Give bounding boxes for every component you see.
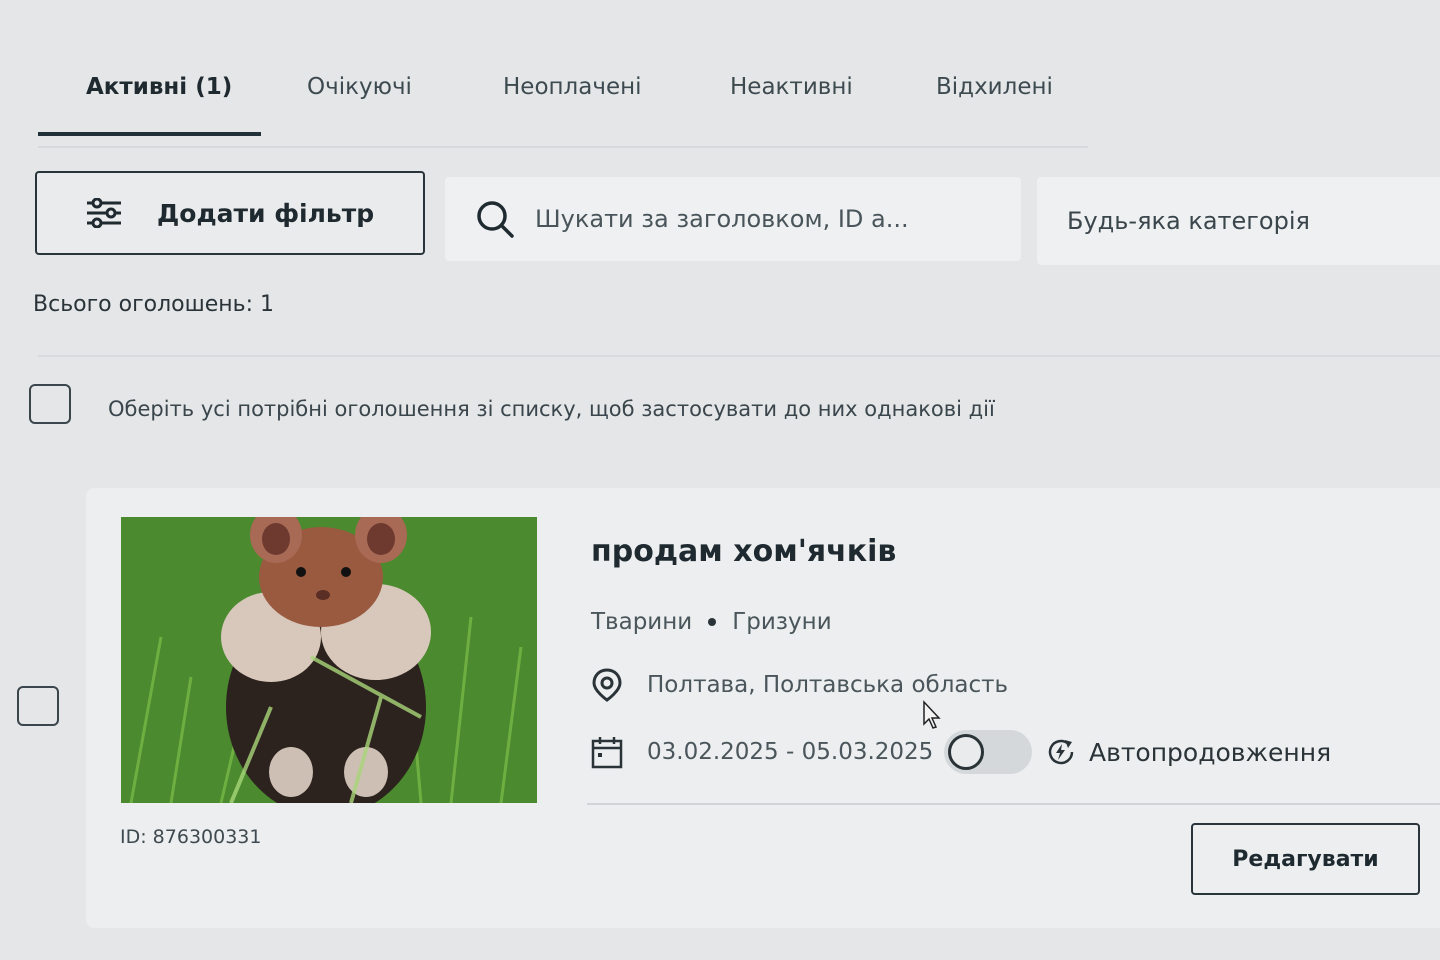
- search-icon: [477, 201, 514, 238]
- divider: [38, 355, 1440, 357]
- category-select[interactable]: Будь-яка категорія: [1037, 177, 1440, 265]
- listing-photo[interactable]: [121, 517, 537, 803]
- separator-dot: [708, 618, 717, 626]
- tab-rejected[interactable]: Відхилені: [936, 74, 1053, 100]
- subcategory-name: Гризуни: [732, 609, 832, 635]
- listing-location: Полтава, Полтавська область: [591, 668, 1008, 702]
- tab-active[interactable]: Активні (1): [86, 74, 232, 100]
- location-text: Полтава, Полтавська область: [647, 672, 1009, 698]
- listing-id: ID: 876300331: [120, 826, 262, 848]
- tab-inactive[interactable]: Неактивні: [730, 74, 853, 100]
- listing-category-path: Тварини Гризуни: [591, 609, 832, 635]
- autoprolong: Автопродовження: [1045, 736, 1331, 768]
- dates-text: 03.02.2025 - 05.03.2025: [647, 739, 934, 765]
- search-box: [445, 177, 1021, 261]
- listing-title[interactable]: продам хом'ячків: [591, 534, 896, 569]
- tab-pending[interactable]: Очікуючі: [307, 74, 412, 100]
- sliders-icon: [87, 198, 121, 228]
- edit-button[interactable]: Редагувати: [1191, 823, 1420, 895]
- tab-unpaid[interactable]: Неоплачені: [503, 74, 642, 100]
- add-filter-button[interactable]: Додати фільтр: [35, 171, 425, 255]
- location-pin-icon: [592, 668, 622, 702]
- category-name: Тварини: [591, 609, 693, 635]
- listing-dates: 03.02.2025 - 05.03.2025: [591, 735, 933, 769]
- category-select-label: Будь-яка категорія: [1067, 207, 1310, 235]
- select-all-hint: Оберіть усі потрібні оголошення зі списк…: [108, 397, 995, 421]
- select-all-checkbox[interactable]: [29, 384, 71, 424]
- hamster-photo: [121, 517, 537, 803]
- search-input[interactable]: [533, 204, 1017, 234]
- autoprolong-label: Автопродовження: [1089, 737, 1332, 767]
- total-listings-count: Всього оголошень: 1: [33, 292, 275, 317]
- card-divider: [587, 803, 1440, 805]
- active-tab-underline: [38, 132, 261, 136]
- toggle-knob: [948, 734, 984, 770]
- refresh-bolt-icon: [1048, 739, 1074, 765]
- listing-checkbox[interactable]: [17, 686, 59, 726]
- add-filter-label: Додати фільтр: [157, 198, 375, 228]
- status-tabs: Активні (1) Очікуючі Неоплачені Неактивн…: [38, 60, 1088, 148]
- autoprolong-toggle[interactable]: [944, 730, 1032, 774]
- calendar-icon: [591, 737, 623, 769]
- mouse-cursor-icon: [923, 700, 941, 729]
